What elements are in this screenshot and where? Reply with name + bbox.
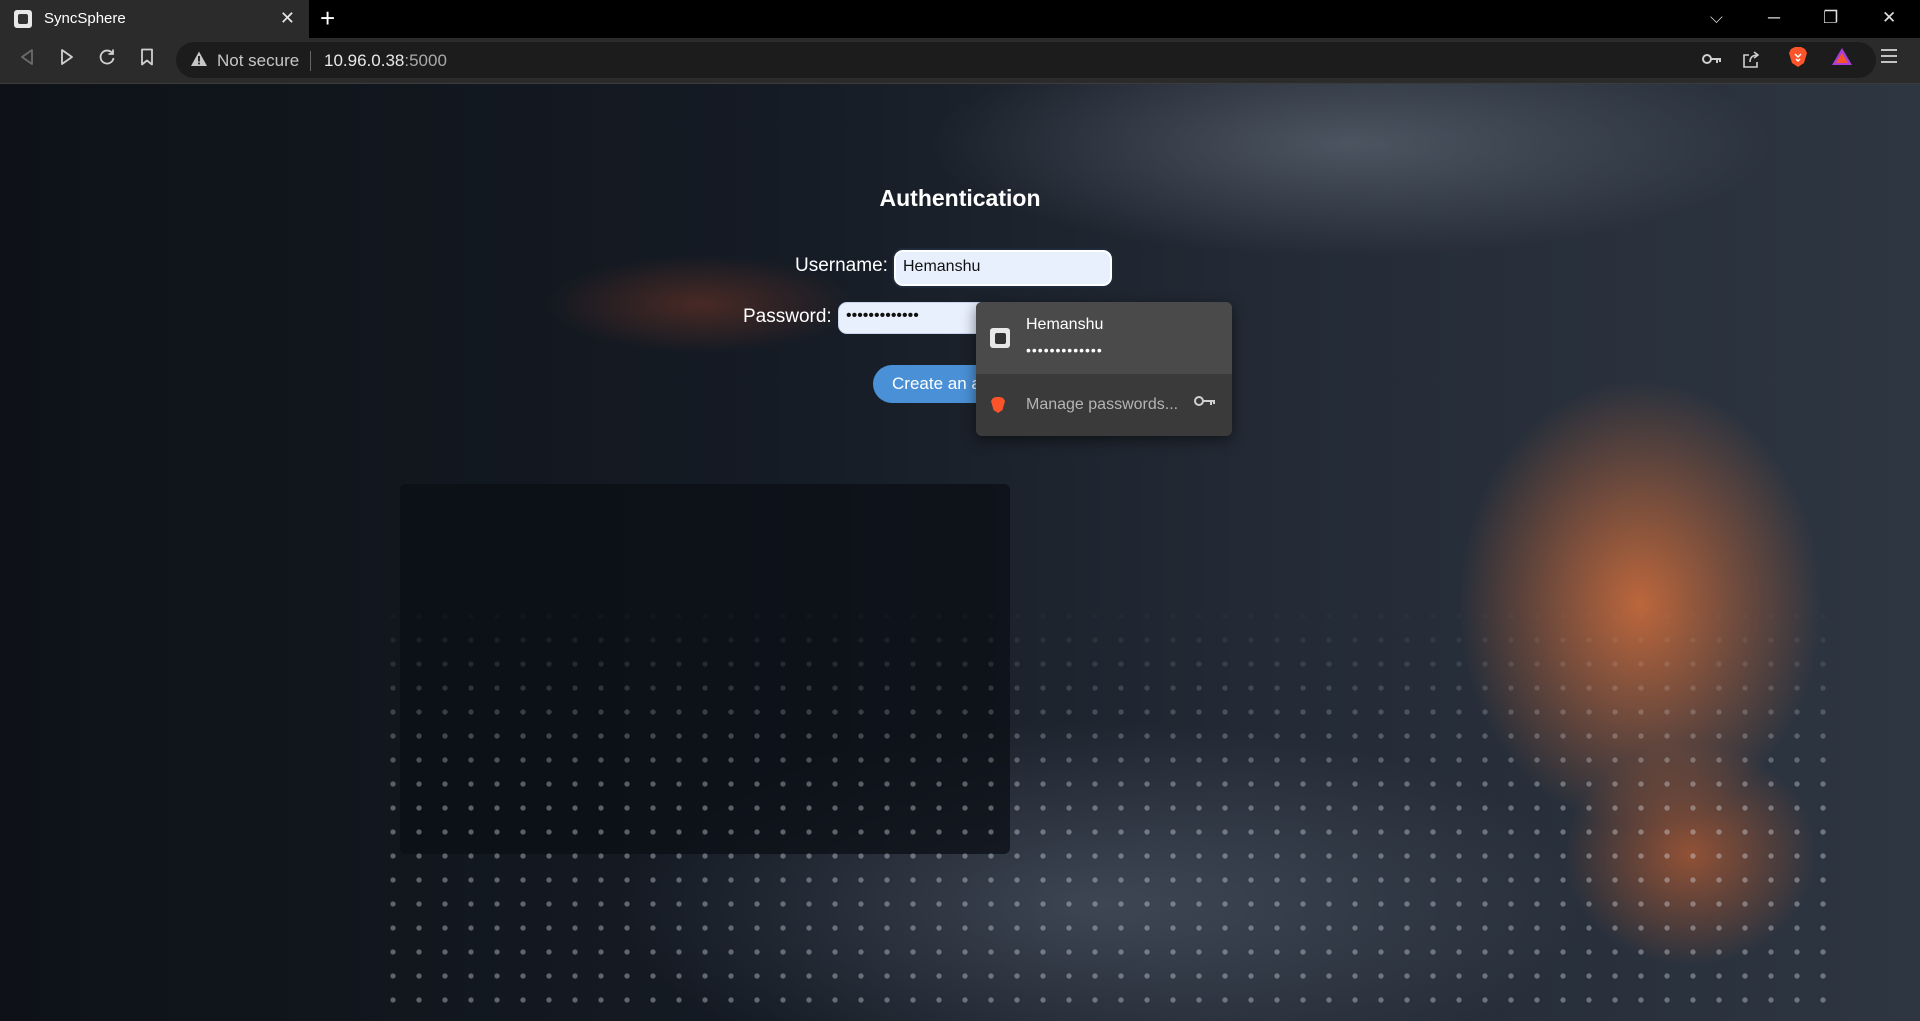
password-autofill-popup: Hemanshu ••••••••••••• Manage passwords.…	[976, 302, 1232, 436]
manage-passwords-label: Manage passwords...	[1026, 396, 1179, 413]
reload-icon[interactable]	[95, 48, 119, 71]
suggestion-username: Hemanshu	[1026, 316, 1104, 333]
password-label: Password:	[743, 306, 832, 327]
key-icon[interactable]	[1702, 51, 1722, 72]
omnibox-divider	[310, 51, 311, 71]
site-favicon-icon	[14, 10, 32, 28]
tab-close-icon[interactable]: ✕	[280, 8, 295, 29]
tab-strip: SyncSphere ✕ + ⌵ ─ ❐ ✕	[0, 0, 1920, 38]
warning-icon[interactable]	[190, 50, 208, 68]
not-secure-label[interactable]: Not secure	[217, 51, 299, 71]
minimize-button[interactable]: ─	[1768, 8, 1780, 28]
saved-credential-suggestion[interactable]: Hemanshu •••••••••••••	[976, 302, 1232, 374]
page-title: Authentication	[879, 185, 1041, 211]
manage-passwords-item[interactable]: Manage passwords...	[976, 374, 1232, 436]
url-port: :5000	[404, 51, 447, 70]
brave-shields-icon[interactable]	[1787, 46, 1809, 68]
username-label: Username:	[795, 255, 888, 276]
restore-button[interactable]: ❐	[1823, 8, 1838, 28]
back-icon[interactable]	[15, 48, 39, 71]
browser-toolbar: Not secure 10.96.0.38:5000	[0, 38, 1920, 84]
suggestion-password-mask: •••••••••••••	[1026, 342, 1103, 358]
tab-title: SyncSphere	[44, 10, 126, 27]
key-icon	[1194, 392, 1216, 413]
hamburger-menu-icon[interactable]	[1880, 47, 1898, 70]
share-icon[interactable]	[1742, 51, 1760, 74]
background-dot-pattern	[380, 604, 1840, 1021]
browser-tab[interactable]: SyncSphere ✕	[0, 0, 309, 38]
new-tab-button[interactable]: +	[320, 4, 335, 32]
brave-rewards-icon[interactable]	[1831, 46, 1853, 68]
bookmark-icon[interactable]	[135, 48, 159, 71]
forward-icon[interactable]	[55, 48, 79, 71]
url-text[interactable]: 10.96.0.38:5000	[324, 51, 447, 71]
page-background: Authentication Username: Hemanshu Passwo…	[0, 84, 1920, 1021]
url-host: 10.96.0.38	[324, 51, 405, 70]
address-bar[interactable]: Not secure 10.96.0.38:5000	[176, 42, 1876, 78]
tab-search-icon[interactable]: ⌵	[1710, 8, 1723, 28]
close-window-button[interactable]: ✕	[1882, 8, 1896, 28]
username-field[interactable]: Hemanshu	[894, 250, 1112, 286]
site-favicon-icon	[990, 328, 1010, 348]
brave-logo-icon	[991, 397, 1005, 413]
